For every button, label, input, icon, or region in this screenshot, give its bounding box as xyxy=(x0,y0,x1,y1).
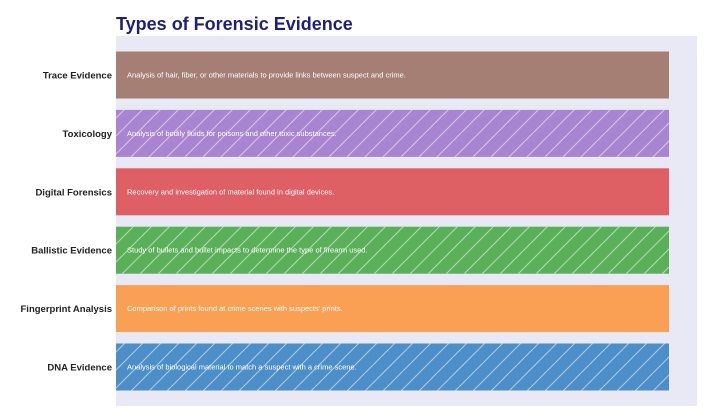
category-label: Toxicology xyxy=(63,129,113,140)
category-label: Fingerprint Analysis xyxy=(21,304,113,315)
bar-description: Study of bullets and bullet impacts to d… xyxy=(127,246,368,255)
bar-description: Recovery and investigation of material f… xyxy=(127,187,334,196)
chart: Types of Forensic Evidence Trace Evidenc… xyxy=(21,14,697,406)
category-label: Digital Forensics xyxy=(35,187,112,198)
bar-description: Analysis of hair, fiber, or other materi… xyxy=(127,71,406,80)
category-label: Trace Evidence xyxy=(43,71,112,82)
category-label: DNA Evidence xyxy=(47,363,112,374)
bar-description: Analysis of bodily fluids for poisons an… xyxy=(127,129,337,138)
bar-description: Comparison of prints found at crime scen… xyxy=(127,304,343,313)
bar-description: Analysis of biological material to match… xyxy=(127,363,357,372)
chart-title: Types of Forensic Evidence xyxy=(116,14,353,34)
category-label: Ballistic Evidence xyxy=(31,246,112,257)
